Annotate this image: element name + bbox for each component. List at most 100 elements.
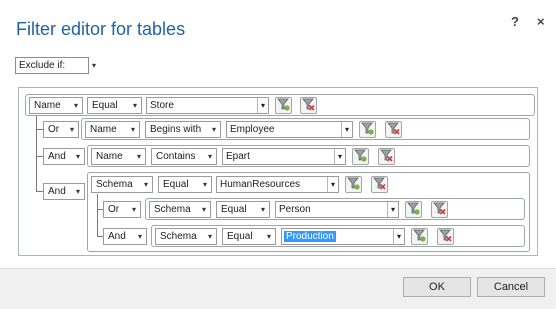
operator-combobox[interactable]: Equal ▾	[87, 97, 142, 114]
chevron-down-icon: ▾	[260, 205, 265, 214]
field-combobox[interactable]: Schema ▾	[91, 176, 153, 193]
remove-filter-button[interactable]	[300, 97, 317, 114]
value-text: HumanResources	[220, 179, 301, 190]
dialog-title: Filter editor for tables	[16, 19, 186, 39]
chevron-down-icon[interactable]: ▾	[334, 149, 345, 164]
operator-label: Equal	[163, 179, 189, 190]
field-combobox[interactable]: Schema ▾	[149, 201, 211, 218]
remove-filter-button[interactable]	[378, 148, 395, 165]
filter-editor-dialog: Filter editor for tables ? × Exclude if:…	[0, 0, 556, 309]
help-button[interactable]: ?	[511, 14, 519, 29]
field-combobox[interactable]: Name ▾	[91, 148, 146, 165]
remove-filter-icon	[380, 149, 393, 165]
chevron-down-icon: ▾	[143, 180, 148, 189]
chevron-down-icon[interactable]: ▾	[89, 61, 99, 70]
add-filter-icon	[361, 122, 374, 138]
operator-label: Equal	[227, 231, 253, 242]
field-label: Schema	[96, 179, 133, 190]
chevron-down-icon: ▾	[75, 152, 80, 161]
chevron-down-icon[interactable]: ▾	[393, 229, 404, 244]
value-input[interactable]: Person ▾	[275, 201, 399, 218]
chevron-down-icon: ▾	[201, 205, 206, 214]
logic-combobox[interactable]: And ▾	[103, 228, 147, 245]
close-button[interactable]: ×	[537, 14, 545, 29]
value-text: Epart	[226, 151, 250, 162]
operator-combobox[interactable]: Begins with ▾	[145, 121, 221, 138]
logic-label: Or	[48, 124, 60, 135]
chevron-down-icon: ▾	[266, 232, 271, 241]
ok-button[interactable]: OK	[403, 277, 471, 297]
exclude-combobox[interactable]: Exclude if: ▾	[15, 57, 99, 74]
chevron-down-icon: ▾	[132, 101, 137, 110]
remove-filter-button[interactable]	[371, 176, 388, 193]
value-input[interactable]: Employee ▾	[226, 121, 353, 138]
chevron-down-icon[interactable]: ▾	[327, 177, 338, 192]
add-filter-button[interactable]	[352, 148, 369, 165]
operator-combobox[interactable]: Contains ▾	[151, 148, 217, 165]
dialog-footer	[0, 268, 556, 309]
field-label: Schema	[154, 204, 191, 215]
operator-label: Begins with	[150, 124, 202, 135]
value-text: Person	[279, 204, 311, 215]
add-filter-button[interactable]	[275, 97, 292, 114]
remove-filter-icon	[439, 229, 452, 245]
value-text-selected: Production	[284, 231, 336, 242]
remove-filter-icon	[387, 122, 400, 138]
add-filter-button[interactable]	[359, 121, 376, 138]
logic-combobox[interactable]: Or ▾	[103, 201, 141, 218]
value-text: Store	[150, 100, 174, 111]
value-input[interactable]: Store ▾	[146, 97, 269, 114]
add-filter-button[interactable]	[345, 176, 362, 193]
tree-connector	[36, 191, 43, 192]
add-filter-icon	[347, 177, 360, 193]
chevron-down-icon: ▾	[202, 180, 207, 189]
field-combobox[interactable]: Name ▾	[29, 97, 83, 114]
chevron-down-icon: ▾	[69, 125, 74, 134]
logic-combobox[interactable]: Or ▾	[43, 121, 79, 138]
field-label: Name	[90, 124, 117, 135]
field-combobox[interactable]: Name ▾	[85, 121, 140, 138]
chevron-down-icon[interactable]: ▾	[341, 122, 352, 137]
operator-combobox[interactable]: Equal ▾	[158, 176, 212, 193]
value-input[interactable]: Epart ▾	[222, 148, 346, 165]
operator-combobox[interactable]: Equal ▾	[222, 228, 276, 245]
add-filter-button[interactable]	[405, 201, 422, 218]
operator-combobox[interactable]: Equal ▾	[216, 201, 270, 218]
tree-connector	[36, 129, 43, 130]
value-input[interactable]: Production ▾	[281, 228, 405, 245]
chevron-down-icon[interactable]: ▾	[387, 202, 398, 217]
logic-combobox[interactable]: And ▾	[43, 183, 85, 200]
field-label: Schema	[160, 231, 197, 242]
logic-label: And	[48, 151, 66, 162]
logic-label: Or	[108, 204, 120, 215]
logic-combobox[interactable]: And ▾	[43, 148, 85, 165]
tree-connector	[36, 116, 37, 191]
chevron-down-icon[interactable]: ▾	[257, 98, 268, 113]
add-filter-icon	[354, 149, 367, 165]
logic-label: And	[108, 231, 126, 242]
value-input[interactable]: HumanResources ▾	[216, 176, 339, 193]
add-filter-icon	[413, 229, 426, 245]
add-filter-icon	[277, 98, 290, 114]
add-filter-button[interactable]	[411, 228, 428, 245]
operator-label: Equal	[92, 100, 118, 111]
cancel-button[interactable]: Cancel	[477, 277, 545, 297]
value-text: Employee	[230, 124, 275, 135]
remove-filter-button[interactable]	[437, 228, 454, 245]
chevron-down-icon: ▾	[75, 187, 80, 196]
chevron-down-icon: ▾	[73, 101, 78, 110]
tree-connector	[97, 194, 98, 236]
remove-filter-icon	[433, 202, 446, 218]
field-label: Name	[34, 100, 61, 111]
logic-label: And	[48, 186, 66, 197]
exclude-value: Exclude if:	[15, 57, 89, 74]
field-combobox[interactable]: Schema ▾	[155, 228, 217, 245]
filter-tree-area: Name ▾ Equal ▾ Store ▾ Or ▾ Name ▾ Begin…	[18, 87, 538, 256]
remove-filter-button[interactable]	[431, 201, 448, 218]
tree-connector	[36, 156, 43, 157]
remove-filter-icon	[373, 177, 386, 193]
remove-filter-button[interactable]	[385, 121, 402, 138]
chevron-down-icon: ▾	[207, 152, 212, 161]
chevron-down-icon: ▾	[131, 205, 136, 214]
remove-filter-icon	[302, 98, 315, 114]
